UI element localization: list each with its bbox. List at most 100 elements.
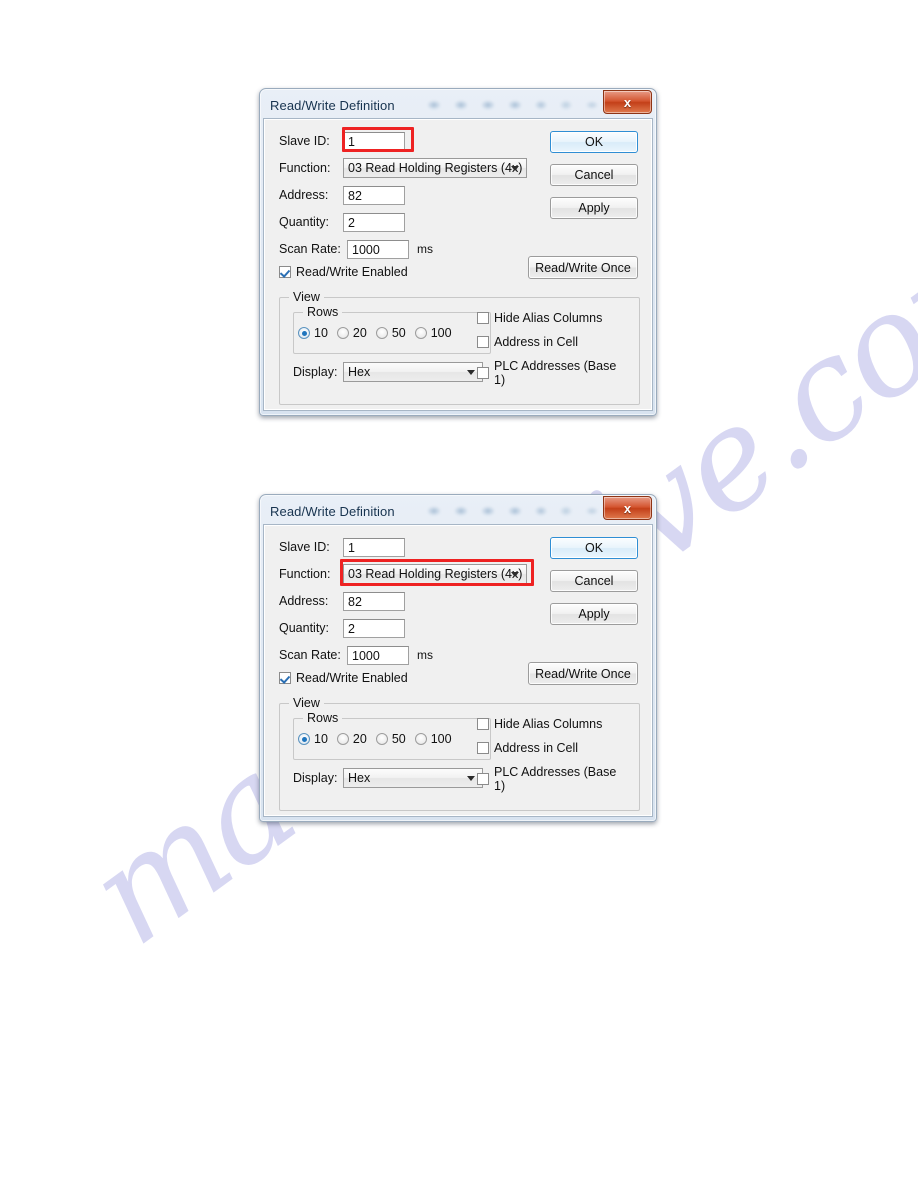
slave-id-row: Slave ID: 1 [279,535,539,559]
view-checkbox-column: Hide Alias Columns Address in Cell PLC A… [477,717,629,803]
cancel-button[interactable]: Cancel [550,570,638,592]
rows-radio-100-label: 100 [430,732,452,746]
plc-addresses-checkbox[interactable] [477,367,489,379]
read-write-once-button[interactable]: Read/Write Once [528,662,638,685]
radio-icon[interactable] [414,733,427,745]
titlebar-artifact [425,96,600,113]
quantity-input[interactable]: 2 [343,212,405,232]
address-label: Address: [279,594,329,608]
slave-id-input[interactable]: 1 [343,537,405,557]
chevron-down-icon [467,776,475,781]
quantity-row: Quantity: 2 [279,616,539,640]
rows-radio-100[interactable]: 100 [414,326,452,340]
scan-rate-input[interactable]: 1000 [347,645,409,665]
rows-radio-50-label: 50 [391,326,406,340]
slave-id-label: Slave ID: [279,134,330,148]
scan-rate-row: Scan Rate: 1000 ms [279,237,539,261]
rows-radio-100[interactable]: 100 [414,732,452,746]
rows-radio-10[interactable]: 10 [298,732,328,746]
address-input[interactable]: 82 [343,185,405,205]
close-icon[interactable]: x [603,90,652,114]
hide-alias-columns-row[interactable]: Hide Alias Columns [477,717,629,731]
scan-rate-label: Scan Rate: [279,648,341,662]
radio-icon[interactable] [336,327,349,339]
slave-id-label: Slave ID: [279,540,330,554]
chevron-down-icon [467,370,475,375]
chevron-down-icon [511,166,519,171]
quantity-label: Quantity: [279,215,330,229]
display-select[interactable]: Hex [343,768,483,788]
address-in-cell-label: Address in Cell [494,335,579,349]
display-select[interactable]: Hex [343,362,483,382]
address-in-cell-row[interactable]: Address in Cell [477,741,629,755]
hide-alias-columns-checkbox[interactable] [477,312,489,324]
read-write-enabled-row[interactable]: Read/Write Enabled [279,671,539,685]
quantity-input[interactable]: 2 [343,618,405,638]
display-label: Display: [293,771,338,785]
rows-radio-10-label: 10 [314,326,328,340]
read-write-enabled-label: Read/Write Enabled [296,265,408,279]
hide-alias-columns-checkbox[interactable] [477,718,489,730]
address-in-cell-checkbox[interactable] [477,742,489,754]
plc-addresses-row[interactable]: PLC Addresses (Base 1) [477,765,629,793]
read-write-enabled-checkbox[interactable] [279,672,291,684]
rows-radio-20[interactable]: 20 [336,326,367,340]
display-row: Display: Hex [293,362,483,382]
close-icon[interactable]: x [603,496,652,520]
apply-button[interactable]: Apply [550,197,638,219]
rows-radio-20[interactable]: 20 [336,732,367,746]
rows-radio-50[interactable]: 50 [375,326,406,340]
radio-icon[interactable] [336,733,349,745]
function-select[interactable]: 03 Read Holding Registers (4x) [343,158,527,178]
view-group-label: View [289,290,324,304]
read-write-enabled-label: Read/Write Enabled [296,671,408,685]
read-write-once-button[interactable]: Read/Write Once [528,256,638,279]
rows-radio-10[interactable]: 10 [298,326,328,340]
rows-group: Rows 10 20 50 100 [293,711,491,760]
rows-radio-50[interactable]: 50 [375,732,406,746]
rows-group-label: Rows [303,711,343,725]
address-in-cell-checkbox[interactable] [477,336,489,348]
read-write-definition-dialog-1: Read/Write Definition x Slave ID: 1 Func… [259,88,657,416]
display-select-value: Hex [348,365,371,379]
radio-icon[interactable] [375,733,388,745]
address-in-cell-row[interactable]: Address in Cell [477,335,629,349]
plc-addresses-row[interactable]: PLC Addresses (Base 1) [477,359,629,387]
read-write-enabled-row[interactable]: Read/Write Enabled [279,265,539,279]
plc-addresses-label: PLC Addresses (Base 1) [494,359,617,387]
dialog-client-area: Slave ID: 1 Function: 03 Read Holding Re… [263,524,653,817]
radio-icon[interactable] [375,327,388,339]
rows-radio-group: 10 20 50 100 [298,732,461,746]
function-row: Function: 03 Read Holding Registers (4x) [279,156,539,180]
display-label: Display: [293,365,338,379]
display-row: Display: Hex [293,768,483,788]
function-select-value: 03 Read Holding Registers (4x) [348,567,523,581]
radio-icon[interactable] [298,327,310,339]
ok-button[interactable]: OK [550,131,638,153]
dialog-titlebar[interactable]: Read/Write Definition x [263,90,653,118]
form-fields-column: Slave ID: 1 Function: 03 Read Holding Re… [279,535,539,685]
ok-button[interactable]: OK [550,537,638,559]
scan-rate-unit: ms [417,648,433,662]
radio-icon[interactable] [414,327,427,339]
slave-id-input[interactable]: 1 [343,131,405,151]
radio-icon[interactable] [298,733,310,745]
read-write-definition-dialog-2: Read/Write Definition x Slave ID: 1 Func… [259,494,657,822]
function-select[interactable]: 03 Read Holding Registers (4x) [343,564,527,584]
plc-addresses-checkbox[interactable] [477,773,489,785]
scan-rate-unit: ms [417,242,433,256]
function-label: Function: [279,567,331,581]
hide-alias-columns-label: Hide Alias Columns [494,311,603,325]
dialog-titlebar[interactable]: Read/Write Definition x [263,496,653,524]
dialog-title: Read/Write Definition [270,97,395,113]
scan-rate-input[interactable]: 1000 [347,239,409,259]
hide-alias-columns-row[interactable]: Hide Alias Columns [477,311,629,325]
apply-button[interactable]: Apply [550,603,638,625]
rows-radio-20-label: 20 [352,732,367,746]
address-input[interactable]: 82 [343,591,405,611]
address-in-cell-label: Address in Cell [494,741,579,755]
slave-id-row: Slave ID: 1 [279,127,539,153]
read-write-enabled-checkbox[interactable] [279,266,291,278]
cancel-button[interactable]: Cancel [550,164,638,186]
quantity-row: Quantity: 2 [279,210,539,234]
